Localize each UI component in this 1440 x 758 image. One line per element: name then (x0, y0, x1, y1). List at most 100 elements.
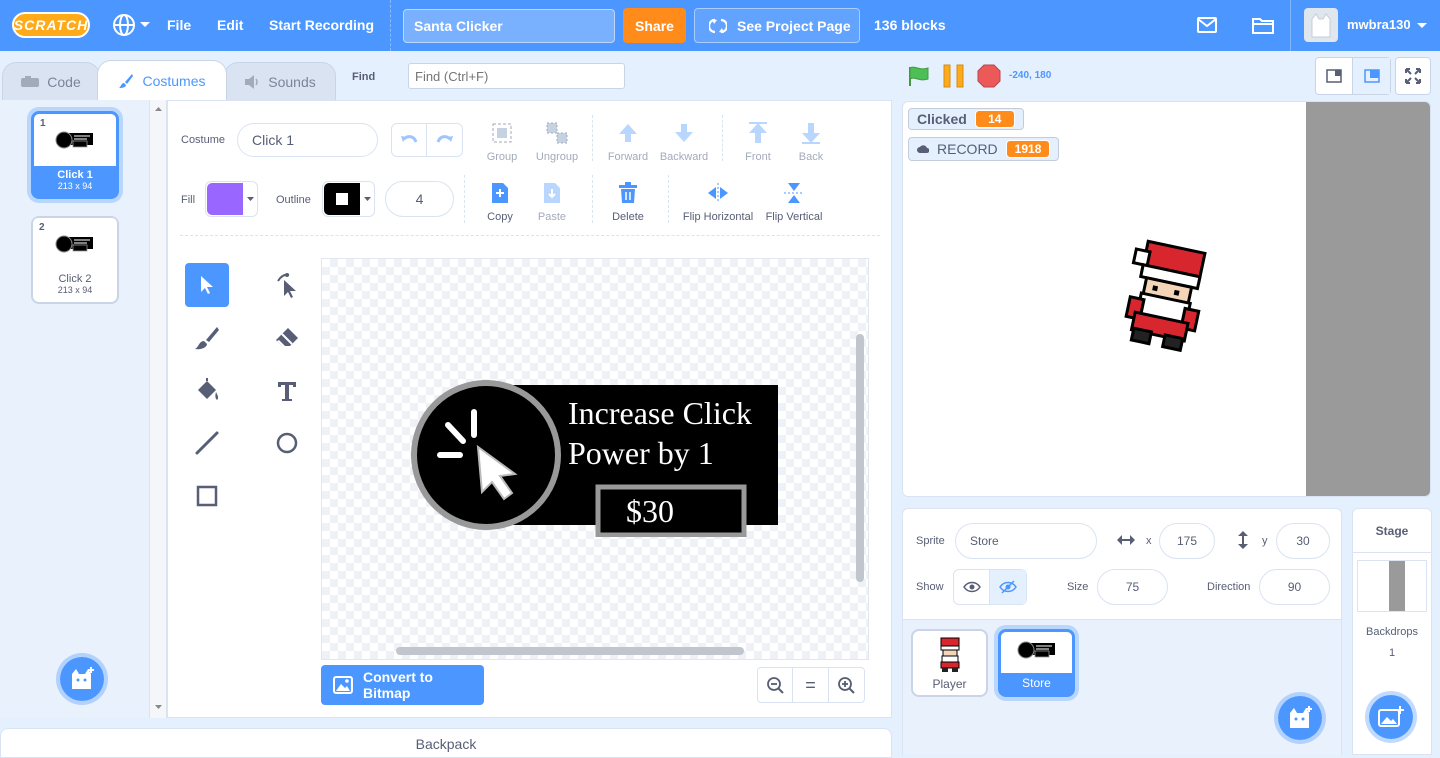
ungroup-button[interactable]: Ungroup (532, 121, 582, 163)
sprite-item-store[interactable]: Store (998, 629, 1075, 697)
costume-list: 1 Click 1 213 x 94 2 Click 2 213 x 94 (0, 100, 150, 718)
paste-button[interactable]: Paste (532, 181, 572, 223)
flip-vertical-button[interactable]: Flip Vertical (762, 181, 826, 223)
zoom-in-button[interactable] (829, 668, 864, 702)
edit-menu[interactable]: Edit (217, 17, 243, 33)
show-sprite-button[interactable] (954, 570, 991, 604)
tab-sounds[interactable]: Sounds (224, 62, 336, 100)
undo-icon (401, 135, 418, 143)
select-tool[interactable] (185, 263, 229, 307)
fullscreen-button[interactable] (1395, 57, 1431, 95)
see-project-page-button[interactable]: See Project Page (694, 8, 860, 43)
stop-icon[interactable] (977, 64, 1001, 88)
eraser-tool[interactable] (265, 316, 309, 360)
santa-thumbnail (940, 637, 959, 672)
choose-costume-button[interactable] (56, 653, 108, 705)
share-button[interactable]: Share (623, 8, 686, 43)
stage[interactable]: Clicked 14 RECORD 1918 (902, 101, 1431, 497)
small-stage-button[interactable] (1316, 58, 1354, 94)
reshape-tool[interactable] (265, 263, 309, 307)
convert-to-bitmap-button[interactable]: Convert to Bitmap (321, 665, 484, 705)
small-stage-icon (1326, 69, 1342, 83)
sprite-item-player[interactable]: Player (911, 629, 988, 697)
choose-sprite-button[interactable] (1274, 692, 1326, 744)
costume-list-scrollbar[interactable] (150, 100, 167, 718)
copy-icon (492, 183, 508, 203)
flip-horizontal-button[interactable]: Flip Horizontal (680, 181, 756, 223)
start-recording-menu[interactable]: Start Recording (269, 17, 374, 33)
username[interactable]: mwbra130 (1347, 17, 1411, 32)
size-label: Size (1067, 581, 1089, 593)
monitor-value: 1918 (1005, 140, 1051, 158)
messages-icon[interactable] (1197, 17, 1217, 33)
toolbar-divider (668, 175, 669, 223)
costume-name-input[interactable]: Click 1 (237, 123, 378, 157)
backdrops-count: 1 (1388, 647, 1396, 659)
backward-button[interactable]: Backward (658, 121, 710, 163)
copy-button[interactable]: Copy (480, 181, 520, 223)
hide-sprite-button[interactable] (990, 570, 1026, 604)
flip-horizontal-label: Flip Horizontal (682, 211, 754, 223)
canvas-vertical-scrollbar[interactable] (856, 334, 864, 582)
find-input[interactable] (408, 63, 625, 89)
tab-costumes-label: Costumes (142, 72, 206, 89)
backward-label: Backward (659, 151, 709, 163)
ungroup-label: Ungroup (535, 151, 579, 163)
undo-button[interactable] (392, 124, 428, 156)
costume-item-2[interactable]: 2 Click 2 213 x 94 (31, 216, 119, 304)
tab-code-label: Code (47, 73, 81, 90)
back-button[interactable]: Back (792, 121, 830, 163)
x-input[interactable]: 175 (1159, 523, 1215, 559)
large-stage-button[interactable] (1353, 58, 1390, 94)
front-button[interactable]: Front (738, 121, 778, 163)
text-tool[interactable] (265, 369, 309, 413)
santa-sprite[interactable] (1112, 234, 1217, 359)
rectangle-tool[interactable] (185, 474, 229, 518)
sprite-label: Sprite (916, 535, 945, 547)
fill-tool[interactable] (185, 369, 229, 413)
y-input[interactable]: 30 (1276, 523, 1330, 559)
costume-item-1[interactable]: 1 Click 1 213 x 94 (31, 111, 119, 199)
cat-avatar-icon (1311, 13, 1331, 38)
circle-tool[interactable] (265, 421, 309, 465)
arrow-cursor-icon (201, 276, 213, 294)
green-flag-icon[interactable] (907, 65, 931, 87)
fill-color-picker[interactable] (205, 181, 258, 217)
pause-icon[interactable] (943, 64, 965, 88)
delete-button[interactable]: Delete (608, 181, 648, 223)
outline-color-picker[interactable] (322, 181, 375, 217)
brush-tool[interactable] (185, 316, 229, 360)
tab-code[interactable]: Code (2, 62, 100, 100)
my-stuff-folder-icon[interactable] (1252, 16, 1274, 34)
file-menu[interactable]: File (167, 17, 191, 33)
costume-name: Click 1 (57, 169, 93, 181)
rectangle-icon (196, 485, 218, 507)
project-title-input[interactable]: Santa Clicker (403, 9, 615, 43)
paint-canvas[interactable]: Increase Click Power by 1 $30 (321, 258, 869, 660)
language-menu[interactable] (112, 13, 150, 37)
stage-selector-panel[interactable]: Stage Backdrops 1 (1352, 508, 1432, 755)
cat-plus-icon (72, 667, 94, 689)
image-icon (333, 676, 353, 694)
direction-input[interactable]: 90 (1259, 569, 1330, 605)
scratch-logo[interactable]: SCRATCH (12, 12, 90, 38)
sprite-name-input[interactable]: Store (955, 523, 1097, 559)
backpack-header[interactable]: Backpack (0, 728, 892, 758)
size-input[interactable]: 75 (1097, 569, 1168, 605)
avatar[interactable] (1304, 8, 1338, 42)
chevron-down-icon[interactable] (1417, 22, 1427, 30)
line-tool[interactable] (185, 421, 229, 465)
redo-button[interactable] (427, 124, 462, 156)
choose-backdrop-button[interactable] (1365, 691, 1417, 743)
zoom-out-button[interactable] (758, 668, 794, 702)
brush-icon (195, 327, 219, 350)
forward-button[interactable]: Forward (604, 121, 652, 163)
canvas-horizontal-scrollbar[interactable] (396, 647, 744, 655)
outline-width-input[interactable]: 4 (385, 181, 454, 217)
group-button[interactable]: Group (480, 121, 524, 163)
globe-icon (113, 14, 135, 36)
backward-icon (675, 124, 693, 142)
chevron-down-icon (140, 22, 150, 27)
zoom-reset-button[interactable]: = (793, 668, 829, 702)
tab-costumes[interactable]: Costumes (97, 60, 227, 100)
